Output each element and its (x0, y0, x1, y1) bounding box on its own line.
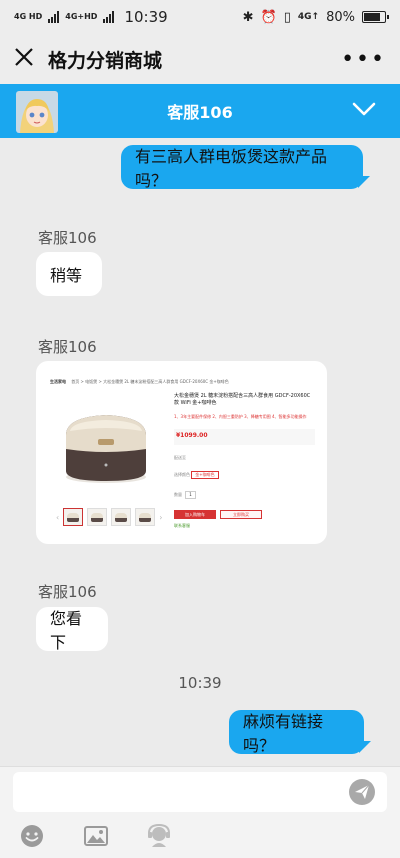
product-promo: 1、3年主要配件保修 2、内胆三重防护 3、降糖专用图 4、智能多功能操作 (174, 414, 307, 419)
more-icon[interactable]: ••• (341, 47, 386, 72)
chevron-down-icon[interactable] (352, 101, 376, 121)
store-name: 生活家电 (50, 379, 66, 384)
message-text: 麻烦有链接吗？ (243, 712, 324, 755)
bluetooth-icon: ✱ (242, 9, 254, 25)
add-to-cart-button: 加入购物车 (174, 510, 216, 519)
signal-icon (48, 11, 60, 23)
quantity-row: 数量 1 (174, 491, 315, 499)
thumbnail (63, 508, 84, 526)
color-option: 金+咖啡色 (191, 471, 219, 479)
thumbnail-strip: ‹ › (56, 507, 166, 527)
battery-icon (362, 11, 389, 23)
message-bubble-sent[interactable]: 有三高人群电饭煲这款产品吗？ (121, 145, 363, 190)
breadcrumb: 生活家电 首页 > 电饭煲 > 大松金穗煲 2L 糖末淀粉搭配三高人群食用 GD… (50, 379, 315, 385)
sender-name: 客服106 (38, 229, 97, 247)
color-label: 选择颜色 (174, 472, 190, 477)
service-icon[interactable] (146, 823, 172, 849)
agent-avatar[interactable] (16, 91, 58, 133)
rice-cooker-image (56, 395, 156, 487)
breadcrumb-path: 首页 > 电饭煲 > 大松金穗煲 2L 糖末淀粉搭配三高人群食用 GDCF-20… (71, 379, 229, 384)
product-image-message[interactable]: 生活家电 首页 > 电饭煲 > 大松金穗煲 2L 糖末淀粉搭配三高人群食用 GD… (36, 361, 327, 544)
vibrate-icon: ▯ (283, 9, 291, 25)
input-area (0, 766, 400, 858)
product-info: 大松金穗煲 2L 糖末淀粉搭配含三高人群食用 GDCF-20X60C款 WiFi… (174, 393, 315, 529)
price-box: ¥1099.00 (174, 429, 315, 445)
product-title: 大松金穗煲 2L 糖末淀粉搭配含三高人群食用 GDCF-20X60C款 WiFi… (174, 393, 311, 406)
message-text: 您看下 (50, 609, 83, 652)
timestamp-divider: 10:39 (178, 674, 222, 692)
contact-service-link: 联系客服 (174, 523, 190, 528)
delivery-row: 配送至 (174, 455, 315, 461)
network-indicator: 4G HD (14, 12, 43, 21)
battery-percent: 80% (326, 9, 355, 25)
delivery-label: 配送至 (174, 455, 186, 460)
thumbnail (87, 508, 108, 526)
thumbnail (135, 508, 156, 526)
send-icon[interactable] (349, 779, 375, 805)
buy-now-button: 立即购买 (220, 510, 262, 519)
signal-icon-2 (103, 11, 115, 23)
close-icon[interactable] (14, 47, 38, 71)
color-row: 选择颜色 金+咖啡色 (174, 471, 315, 479)
sender-name: 客服106 (38, 583, 97, 601)
message-bubble-received[interactable]: 您看下 (36, 607, 108, 652)
app-title: 格力分销商城 (48, 49, 163, 72)
message-bubble-sent[interactable]: 麻烦有链接吗？ (229, 710, 364, 755)
message-bubble-received[interactable]: 稍等 (36, 252, 102, 296)
product-page-screenshot: 生活家电 首页 > 电饭煲 > 大松金穗煲 2L 糖末淀粉搭配三高人群食用 GD… (50, 379, 315, 529)
product-price: ¥1099.00 (176, 432, 208, 439)
status-bar: 4G HD 4G+HD 10:39 ✱ ⏰ ▯ 4G↑ 80% (0, 0, 400, 34)
sender-name: 客服106 (38, 338, 97, 356)
emoji-icon[interactable] (19, 823, 45, 849)
chat-header: 客服106 (0, 84, 400, 138)
network-indicator-2: 4G+HD (65, 12, 98, 21)
status-time: 10:39 (124, 8, 168, 26)
quantity-label: 数量 (174, 492, 182, 497)
chat-title: 客服106 (167, 103, 233, 122)
network-type: 4G↑ (297, 12, 320, 22)
message-text: 有三高人群电饭煲这款产品吗？ (135, 147, 328, 190)
app-bar: 格力分销商城 ••• (0, 34, 400, 84)
bubble-tail (358, 176, 370, 188)
message-text: 稍等 (50, 266, 83, 285)
thumbnail (111, 508, 132, 526)
image-icon[interactable] (83, 823, 109, 849)
alarm-icon: ⏰ (260, 9, 277, 25)
quantity-value: 1 (185, 491, 196, 499)
bubble-tail (359, 741, 371, 753)
message-input[interactable] (13, 772, 387, 812)
